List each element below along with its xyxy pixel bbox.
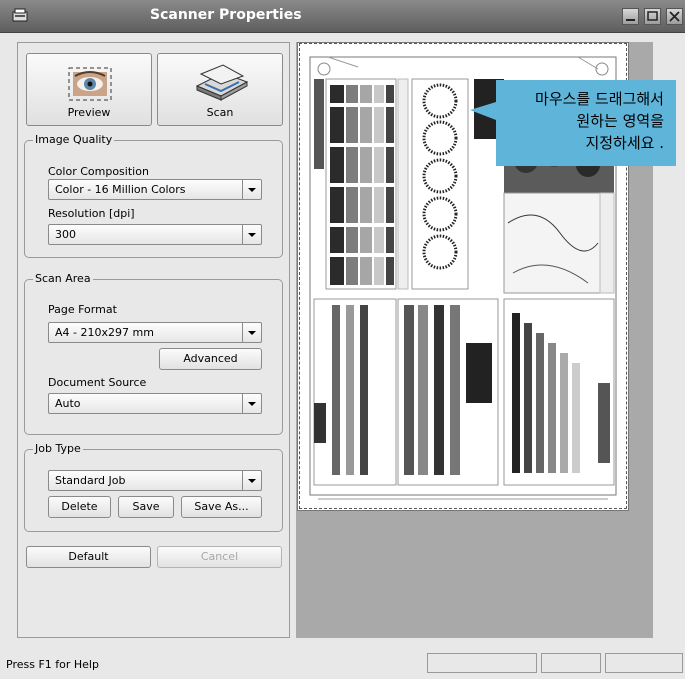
drag-hint-tooltip: 마우스를 드래그해서 원하는 영역을 지정하세요 . bbox=[470, 80, 676, 166]
resolution-label: Resolution [dpi] bbox=[48, 207, 135, 220]
status-bar: Press F1 for Help bbox=[0, 650, 685, 679]
preview-label: Preview bbox=[67, 106, 111, 119]
tooltip-line-3: 지정하세요 . bbox=[585, 134, 664, 152]
maximize-icon bbox=[647, 11, 658, 21]
status-panel bbox=[541, 653, 601, 673]
eye-preview-icon bbox=[68, 67, 112, 101]
job-type-select[interactable]: Standard Job bbox=[48, 470, 262, 491]
status-help-text: Press F1 for Help bbox=[6, 658, 99, 671]
status-panel bbox=[427, 653, 537, 673]
settings-panel: Preview Scan Image Quality Color Composi… bbox=[17, 42, 290, 638]
title-bar: Scanner Properties bbox=[0, 0, 685, 33]
color-composition-value: Color - 16 Million Colors bbox=[55, 183, 186, 196]
scanner-app-icon bbox=[12, 8, 28, 22]
save-job-button[interactable]: Save bbox=[118, 496, 174, 518]
scan-label: Scan bbox=[206, 106, 234, 119]
color-composition-label: Color Composition bbox=[48, 165, 149, 178]
job-type-value: Standard Job bbox=[55, 474, 126, 487]
image-quality-group: Image Quality Color Composition Color - … bbox=[24, 133, 283, 258]
maximize-button[interactable] bbox=[644, 8, 661, 25]
minimize-icon bbox=[626, 19, 635, 21]
scanner-icon bbox=[195, 64, 249, 101]
document-source-label: Document Source bbox=[48, 376, 147, 389]
preview-button[interactable]: Preview bbox=[26, 53, 152, 126]
chevron-down-icon bbox=[242, 180, 261, 199]
document-source-select[interactable]: Auto bbox=[48, 393, 262, 414]
document-source-value: Auto bbox=[55, 397, 81, 410]
page-format-value: A4 - 210x297 mm bbox=[55, 326, 154, 339]
tooltip-line-1: 마우스를 드래그해서 bbox=[535, 90, 664, 108]
delete-job-button[interactable]: Delete bbox=[48, 496, 111, 518]
scan-area-legend: Scan Area bbox=[33, 272, 93, 285]
page-format-select[interactable]: A4 - 210x297 mm bbox=[48, 322, 262, 343]
resolution-select[interactable]: 300 bbox=[48, 224, 262, 245]
chevron-down-icon bbox=[242, 471, 261, 490]
minimize-button[interactable] bbox=[622, 8, 639, 25]
advanced-button[interactable]: Advanced bbox=[159, 348, 262, 370]
tooltip-text: 마우스를 드래그해서 원하는 영역을 지정하세요 . bbox=[535, 88, 664, 154]
color-composition-select[interactable]: Color - 16 Million Colors bbox=[48, 179, 262, 200]
image-quality-legend: Image Quality bbox=[33, 133, 115, 146]
cancel-button[interactable]: Cancel bbox=[157, 546, 282, 568]
chevron-down-icon bbox=[242, 225, 261, 244]
scan-area-group: Scan Area Page Format A4 - 210x297 mm Ad… bbox=[24, 272, 283, 435]
job-type-legend: Job Type bbox=[33, 442, 83, 455]
close-button[interactable] bbox=[666, 8, 683, 25]
save-as-job-button[interactable]: Save As... bbox=[181, 496, 262, 518]
scan-button[interactable]: Scan bbox=[157, 53, 283, 126]
window-title: Scanner Properties bbox=[150, 7, 302, 23]
chevron-down-icon bbox=[242, 394, 261, 413]
job-type-group: Job Type Standard Job Delete Save Save A… bbox=[24, 442, 283, 532]
chevron-down-icon bbox=[242, 323, 261, 342]
page-format-label: Page Format bbox=[48, 303, 117, 316]
status-panel bbox=[605, 653, 683, 673]
tooltip-line-2: 원하는 영역을 bbox=[576, 112, 664, 130]
resolution-value: 300 bbox=[55, 228, 76, 241]
close-icon bbox=[669, 11, 680, 22]
default-button[interactable]: Default bbox=[26, 546, 151, 568]
